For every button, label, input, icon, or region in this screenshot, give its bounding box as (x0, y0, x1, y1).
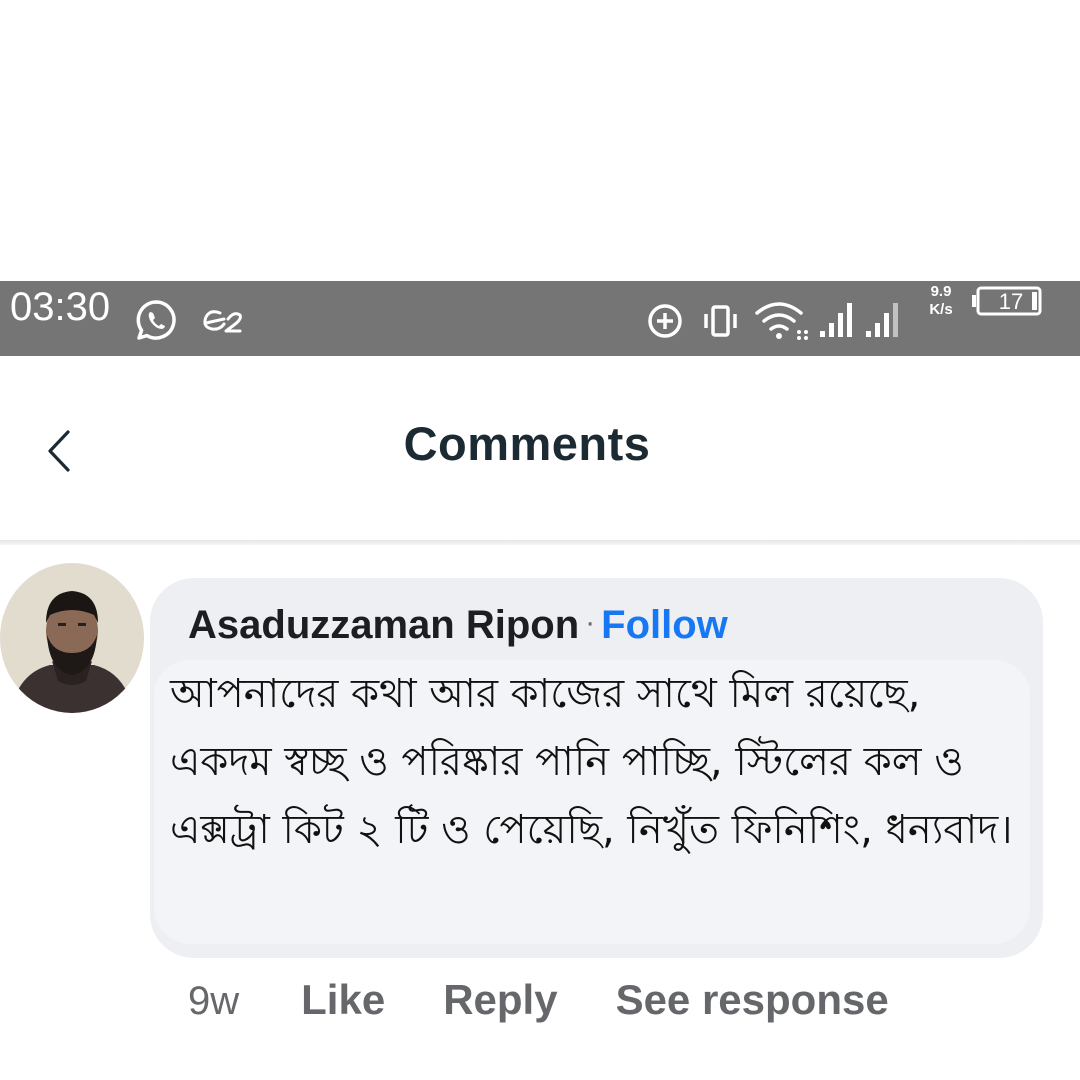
like-button[interactable]: Like (301, 976, 385, 1023)
whatsapp-icon (136, 300, 176, 340)
comment-text: আপনাদের কথা আর কাজের সাথে মিল রয়েছে, এক… (170, 671, 1013, 853)
data-saver-icon (648, 304, 682, 338)
signal-icon (866, 303, 898, 337)
signal-icon (820, 303, 852, 337)
status-time: 03:30 (10, 285, 111, 329)
network-speed: 9.9 K/s (920, 283, 962, 319)
comments-header: Comments (0, 356, 1080, 540)
header-divider (0, 540, 1080, 545)
status-bar: 03:30 9.9 K/s 17 (0, 281, 1080, 356)
avatar[interactable] (0, 563, 144, 713)
page-title: Comments (403, 417, 651, 470)
battery-level: 17 (998, 289, 1024, 314)
network-speed-unit: K/s (929, 301, 953, 318)
comment-timestamp: 9w (188, 979, 240, 1023)
comment-author-name[interactable]: Asaduzzaman Ripon (188, 603, 579, 647)
comment-actions: 9w Like Reply See response (188, 976, 947, 1036)
reply-button[interactable]: Reply (443, 976, 557, 1023)
vibrate-icon (704, 305, 737, 337)
see-response-button[interactable]: See response (616, 976, 889, 1023)
dot-separator: · (585, 606, 596, 639)
follow-link[interactable]: Follow (601, 603, 728, 647)
wifi-icon (755, 302, 808, 340)
app-notification-icon (203, 310, 242, 333)
network-speed-value: 9.9 (930, 283, 952, 300)
comment-header: Asaduzzaman Ripon · Follow (188, 603, 728, 648)
